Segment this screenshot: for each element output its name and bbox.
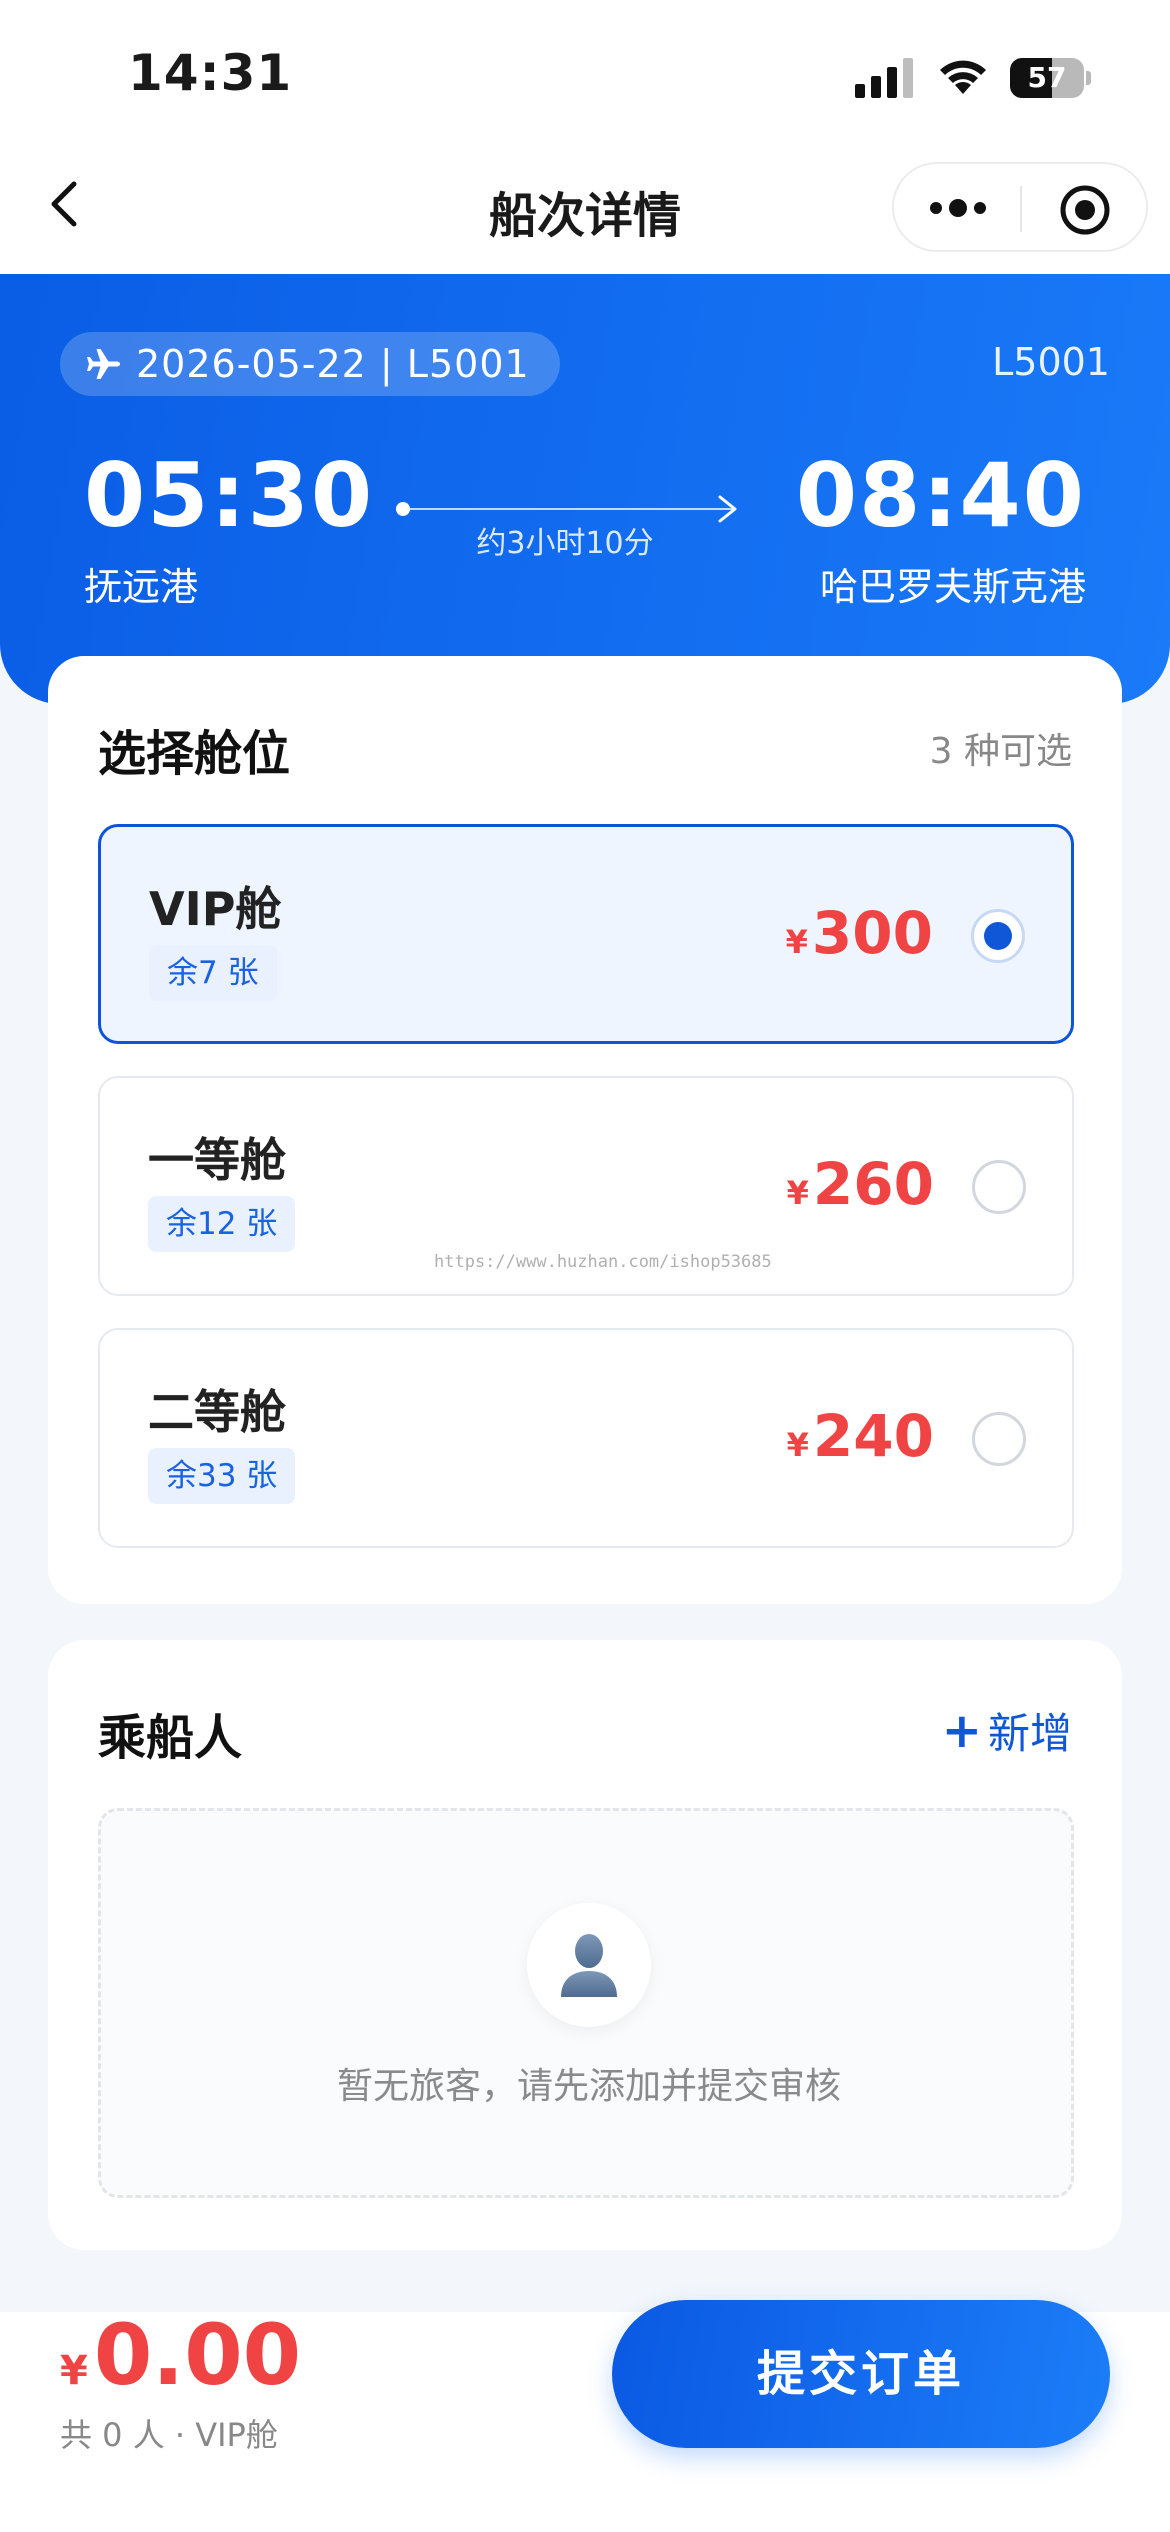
bottom-action-bar: ¥0.00 共 0 人 · VIP舱 提交订单 — [0, 2300, 1170, 2532]
currency-symbol: ¥ — [60, 2348, 88, 2394]
nav-bar: 船次详情 — [0, 150, 1170, 274]
battery-icon: 57 — [1010, 58, 1091, 98]
cabin-option-vip[interactable]: VIP舱 余7 张 ¥300 — [98, 824, 1074, 1044]
cabin-name: VIP舱 — [149, 882, 282, 936]
seats-remaining-badge: 余12 张 — [148, 1196, 296, 1252]
add-passenger-button[interactable]: + 新增 — [942, 1700, 1072, 1761]
avatar — [527, 1903, 651, 2027]
wifi-icon — [940, 60, 986, 94]
seats-remaining-badge: 余33 张 — [148, 1448, 296, 1504]
cabin-option-second-class[interactable]: 二等舱 余33 张 ¥240 — [98, 1328, 1074, 1548]
duration-text: 约3小时10分 — [476, 526, 654, 561]
submit-order-button[interactable]: 提交订单 — [612, 2300, 1110, 2448]
person-icon — [561, 1934, 617, 1997]
date-code-text: 2026-05-22 | L5001 — [136, 342, 530, 386]
total-amount: 0.00 — [93, 2306, 302, 2404]
passenger-card: 乘船人 + 新增 暂无旅客，请先添加并提交审核 — [48, 1640, 1122, 2250]
status-bar: 14:31 57 — [0, 0, 1170, 150]
currency-symbol: ¥ — [786, 1174, 809, 1212]
cabin-radio[interactable] — [972, 1412, 1026, 1466]
more-dots-icon[interactable] — [926, 190, 990, 226]
cabin-selection-card: 选择舱位 3 种可选 VIP舱 余7 张 ¥300 一等舱 余12 张 ¥260… — [48, 656, 1122, 1604]
seats-remaining-badge: 余7 张 — [149, 945, 277, 1001]
depart-port: 抚远港 — [84, 565, 199, 609]
cabin-price: ¥260 — [787, 1150, 934, 1218]
plus-icon: + — [941, 1702, 982, 1759]
currency-symbol: ¥ — [786, 1426, 809, 1464]
battery-percentage: 57 — [1027, 61, 1067, 94]
empty-passenger-state: 暂无旅客，请先添加并提交审核 — [98, 1808, 1074, 2198]
depart-time: 05:30 — [84, 444, 375, 547]
voyage-code: L5001 — [992, 340, 1110, 384]
mini-program-capsule — [892, 162, 1148, 252]
close-target-icon[interactable] — [1057, 182, 1113, 238]
date-badge: 2026-05-22 | L5001 — [60, 332, 560, 396]
signal-icon — [855, 58, 913, 98]
cabin-name: 一等舱 — [148, 1133, 286, 1187]
cabin-price: ¥240 — [787, 1402, 934, 1470]
empty-state-text: 暂无旅客，请先添加并提交审核 — [336, 2066, 841, 2107]
order-summary: 共 0 人 · VIP舱 — [60, 2416, 278, 2454]
add-passenger-label: 新增 — [987, 1709, 1072, 1758]
voyage-header: 2026-05-22 | L5001 L5001 05:30 08:40 抚远港… — [0, 274, 1170, 704]
plane-icon — [87, 349, 120, 379]
passenger-section-title: 乘船人 — [98, 1710, 243, 1766]
price-amount: 300 — [811, 899, 933, 967]
cabin-price: ¥300 — [786, 899, 933, 967]
status-time: 14:31 — [128, 44, 293, 102]
cabin-radio[interactable] — [972, 1160, 1026, 1214]
price-amount: 260 — [812, 1150, 934, 1218]
arrive-port: 哈巴罗夫斯克港 — [819, 565, 1086, 609]
price-amount: 240 — [812, 1402, 934, 1470]
currency-symbol: ¥ — [785, 923, 808, 961]
total-price: ¥0.00 — [60, 2306, 301, 2404]
arrive-time: 08:40 — [795, 444, 1086, 547]
watermark-text: https://www.huzhan.com/ishop53685 — [434, 1252, 772, 1272]
cabin-radio-selected[interactable] — [971, 909, 1025, 963]
cabin-name: 二等舱 — [148, 1385, 286, 1439]
cabin-section-title: 选择舱位 — [98, 726, 291, 782]
cabin-count-text: 3 种可选 — [929, 731, 1072, 772]
